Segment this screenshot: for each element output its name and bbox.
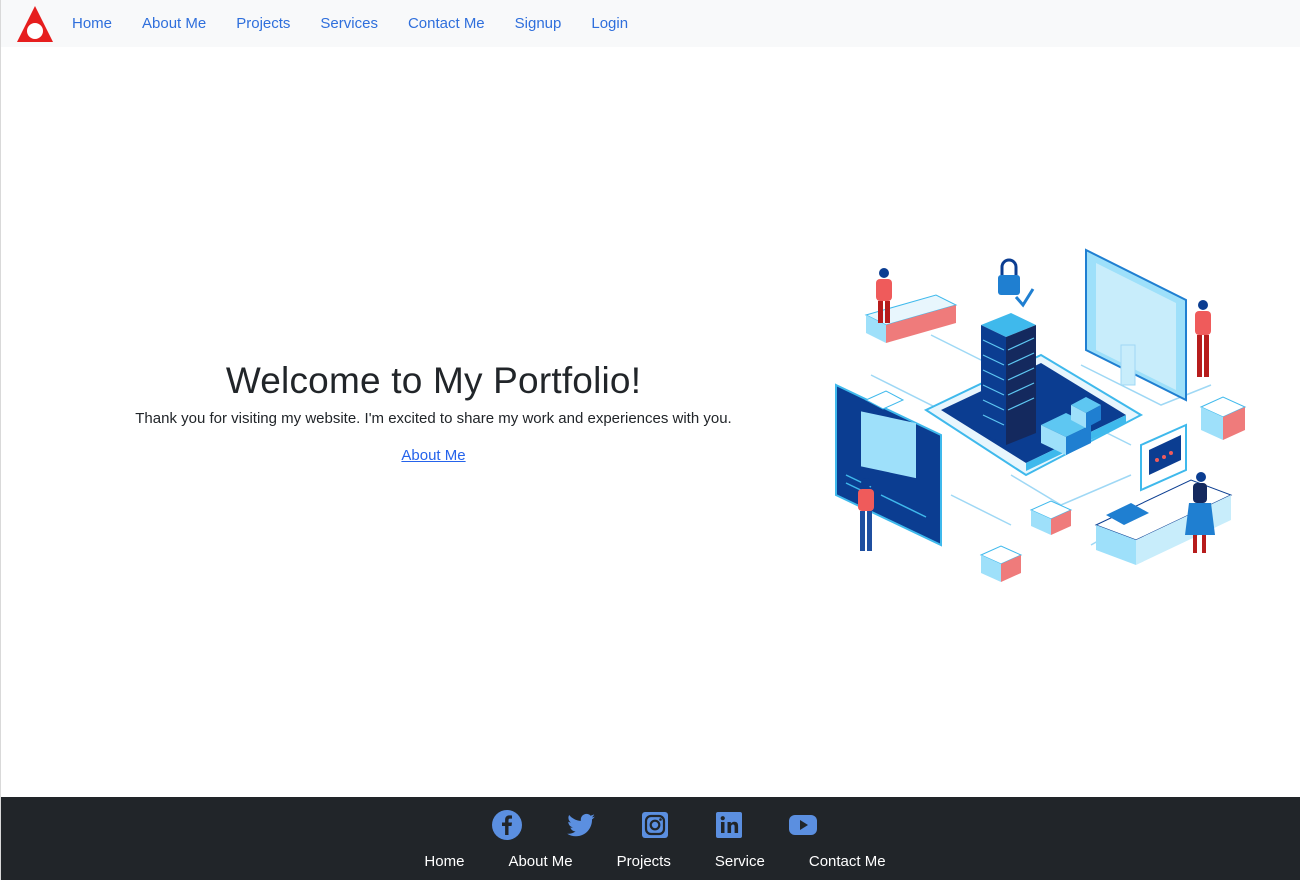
footer-link-home[interactable]: Home bbox=[402, 853, 486, 870]
footer-link-contact-me[interactable]: Contact Me bbox=[787, 853, 908, 870]
top-navbar: Home About Me Projects Services Contact … bbox=[1, 0, 1300, 47]
nav-link-home[interactable]: Home bbox=[57, 0, 127, 47]
hero-illustration bbox=[835, 248, 1247, 582]
facebook-icon[interactable] bbox=[491, 809, 523, 841]
nav-link-projects[interactable]: Projects bbox=[221, 0, 305, 47]
social-icons bbox=[1, 809, 1300, 841]
nav-link-signup[interactable]: Signup bbox=[500, 0, 577, 47]
youtube-icon[interactable] bbox=[787, 809, 819, 841]
footer-link-service[interactable]: Service bbox=[693, 853, 787, 870]
instagram-icon[interactable] bbox=[639, 809, 671, 841]
hero-section: Welcome to My Portfolio! Thank you for v… bbox=[111, 360, 756, 465]
twitter-icon[interactable] bbox=[565, 809, 597, 841]
nav-link-services[interactable]: Services bbox=[305, 0, 393, 47]
about-me-link[interactable]: About Me bbox=[401, 447, 465, 464]
nav-link-login[interactable]: Login bbox=[576, 0, 643, 47]
nav-link-contact-me[interactable]: Contact Me bbox=[393, 0, 500, 47]
nav-link-about-me[interactable]: About Me bbox=[127, 0, 221, 47]
footer-links: Home About Me Projects Service Contact M… bbox=[1, 853, 1300, 870]
logo-icon[interactable] bbox=[15, 4, 55, 44]
linkedin-icon[interactable] bbox=[713, 809, 745, 841]
hero-subtitle: Thank you for visiting my website. I'm e… bbox=[135, 410, 732, 427]
hero-title: Welcome to My Portfolio! bbox=[225, 360, 642, 401]
nav-links: Home About Me Projects Services Contact … bbox=[57, 0, 643, 47]
footer-link-projects[interactable]: Projects bbox=[595, 853, 693, 870]
footer: Home About Me Projects Service Contact M… bbox=[1, 797, 1300, 880]
footer-link-about-me[interactable]: About Me bbox=[486, 853, 594, 870]
